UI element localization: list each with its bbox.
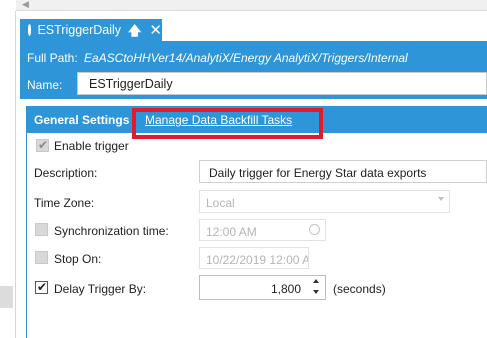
description-value: Daily trigger for Energy Star data expor…	[209, 166, 427, 180]
stop-on-label: Stop On:	[54, 252, 102, 266]
delay-trigger-checkbox[interactable]	[35, 280, 48, 294]
time-zone-label: Time Zone:	[34, 196, 95, 210]
increment-icon[interactable]	[313, 279, 319, 283]
delay-trigger-stepper[interactable]: 1,800	[199, 275, 326, 300]
stop-on-value: 10/22/2019 12:00 A	[206, 253, 309, 267]
enable-trigger-label: Enable trigger	[54, 139, 129, 153]
description-label: Description:	[34, 166, 98, 180]
full-path-value: EaASCtoHHVer14/AnalytiX/Energy AnalytiX/…	[84, 51, 408, 65]
name-field[interactable]: ESTriggerDaily	[77, 72, 487, 95]
stop-on-field[interactable]: 10/22/2019 12:00 A	[199, 247, 309, 269]
synchronization-time-label: Synchronization time:	[54, 224, 169, 238]
highlight-box	[132, 108, 323, 139]
gutter-scroll-marker[interactable]	[0, 286, 13, 308]
general-settings-title: General Settings	[34, 113, 130, 127]
horizontal-scrollbar[interactable]: ◀	[16, 0, 487, 11]
delay-unit-label: (seconds)	[333, 282, 386, 296]
full-path-label: Full Path:	[27, 51, 78, 65]
synchronization-time-checkbox[interactable]	[35, 223, 48, 236]
synchronization-time-field[interactable]: 12:00 AM	[199, 219, 326, 241]
enable-trigger-checkbox[interactable]	[36, 138, 49, 152]
description-field[interactable]: Daily trigger for Energy Star data expor…	[199, 160, 487, 183]
synchronization-time-value: 12:00 AM	[206, 225, 257, 239]
delay-trigger-label: Delay Trigger By:	[54, 282, 147, 296]
stop-on-checkbox[interactable]	[35, 251, 48, 264]
object-header: Full Path: EaASCtoHHVer14/AnalytiX/Energ…	[20, 41, 487, 99]
pin-icon[interactable]: 🡅	[128, 24, 141, 37]
tab-title: ESTriggerDaily	[37, 23, 122, 37]
delay-trigger-value: 1,800	[270, 282, 301, 296]
clock-icon	[28, 24, 39, 36]
chevron-down-icon	[438, 197, 444, 201]
document-tab[interactable]: ESTriggerDaily 🡅 ✕	[20, 19, 162, 41]
name-label: Name:	[27, 78, 63, 92]
time-zone-select[interactable]: Local	[199, 190, 450, 213]
close-icon[interactable]: ✕	[149, 23, 162, 38]
gutter-divider	[15, 11, 16, 338]
clock-icon	[309, 224, 320, 235]
scroll-left-icon[interactable]: ◀	[22, 0, 29, 10]
decrement-icon[interactable]	[313, 290, 319, 294]
time-zone-value: Local	[206, 196, 235, 210]
